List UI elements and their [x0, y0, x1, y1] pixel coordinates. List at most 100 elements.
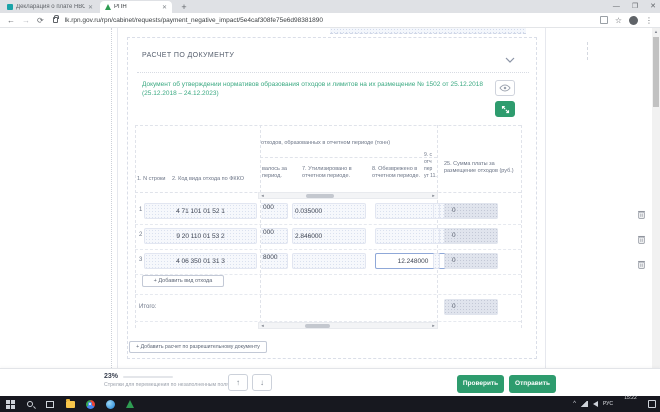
- taskbar-clock[interactable]: 15:22 03.03.2020: [618, 386, 643, 412]
- waste-code-input[interactable]: [144, 228, 257, 244]
- section-divider: [137, 72, 529, 73]
- window-maximize-button[interactable]: ❐: [632, 0, 638, 13]
- tab-close-icon[interactable]: ✕: [88, 4, 93, 11]
- layout-guide-line: [111, 28, 112, 368]
- task-view-icon: [46, 401, 54, 408]
- col-header-7: 7. Утилизировано в отчетном периоде.: [302, 166, 364, 180]
- page-vscrollbar[interactable]: ▲: [652, 28, 660, 368]
- table-row: 1 000 0: [135, 199, 521, 224]
- col6-input-clipped[interactable]: 000: [261, 228, 288, 244]
- new-tab-button[interactable]: +: [178, 1, 190, 13]
- section-title: РАСЧЕТ ПО ДОКУМЕНТУ: [142, 52, 234, 59]
- notification-center-icon[interactable]: [648, 400, 656, 408]
- scroll-up-icon[interactable]: ▲: [652, 28, 660, 36]
- profile-avatar[interactable]: [629, 16, 638, 25]
- scroll-right-icon[interactable]: ►: [430, 322, 437, 329]
- folder-icon: [66, 401, 75, 408]
- reload-icon[interactable]: ⟳: [37, 13, 44, 28]
- col-header-code: 2. Код вида отхода по ФККО: [172, 176, 257, 183]
- navigation-hint: Стрелки для перемещения по незаполненным…: [104, 382, 230, 388]
- edge-button[interactable]: [100, 396, 120, 412]
- taskbar-tray: ^ РУС 15:22 03.03.2020: [573, 386, 660, 412]
- total-sum-disabled: 0: [444, 299, 498, 315]
- forward-icon[interactable]: →: [22, 13, 30, 28]
- col6-input-clipped[interactable]: 8000: [261, 253, 288, 269]
- row-number: 1: [139, 207, 142, 213]
- col9-input-clipped[interactable]: [433, 228, 440, 244]
- language-indicator[interactable]: РУС: [603, 401, 613, 407]
- completion-percent: 23%: [104, 373, 118, 380]
- col-header-6-clipped: валось за период.: [262, 166, 296, 180]
- delete-row-icon[interactable]: [638, 256, 645, 274]
- permit-document-link[interactable]: Документ об утверждении нормативов образ…: [142, 80, 487, 98]
- scroll-left-icon[interactable]: ◄: [259, 192, 266, 199]
- row-number: 3: [139, 257, 142, 263]
- bookmark-star-icon[interactable]: ☆: [615, 13, 622, 28]
- prev-empty-field-button[interactable]: ↑: [228, 374, 248, 391]
- url-field[interactable]: lk.rpn.gov.ru/rpn/cabinet/requests/payme…: [65, 17, 593, 24]
- col-header-sum: 25. Сумма платы за размещение отходов (р…: [444, 161, 518, 175]
- add-calculation-button[interactable]: + Добавить расчет по разрешительному док…: [129, 341, 267, 353]
- next-empty-field-button[interactable]: ↓: [252, 374, 272, 391]
- scroll-right-icon[interactable]: ►: [430, 192, 437, 199]
- col7-input[interactable]: [292, 228, 366, 244]
- col7-input[interactable]: [292, 253, 366, 269]
- edge-icon: [106, 400, 115, 409]
- add-waste-type-button[interactable]: + Добавить вид отхода: [142, 275, 224, 287]
- address-bar: ← → ⟳ lk.rpn.gov.ru/rpn/cabinet/requests…: [0, 13, 660, 28]
- col6-input-clipped[interactable]: 000: [261, 203, 288, 219]
- delete-row-icon[interactable]: [638, 206, 645, 224]
- sum-field-disabled: 0: [444, 203, 498, 219]
- search-icon: [27, 401, 33, 407]
- tab-declaration[interactable]: Декларация о плате НВОС за 2 ✕: [2, 1, 98, 13]
- browser-menu-icon[interactable]: ⋮: [645, 13, 653, 28]
- lock-icon[interactable]: [53, 17, 58, 23]
- waste-code-input[interactable]: [144, 253, 257, 269]
- back-icon[interactable]: ←: [7, 13, 15, 28]
- delete-row-icon[interactable]: [638, 231, 645, 249]
- tab-favicon-rpn-icon: [105, 4, 111, 10]
- col9-input-clipped[interactable]: [433, 203, 440, 219]
- window-close-button[interactable]: ✕: [650, 0, 656, 13]
- form-footer-bar: 23% Стрелки для перемещения по незаполне…: [0, 368, 660, 396]
- col9-input-clipped[interactable]: [433, 253, 440, 269]
- start-button[interactable]: [0, 396, 20, 412]
- refresh-document-button[interactable]: [495, 101, 515, 117]
- hscroll-thumb[interactable]: [306, 194, 334, 198]
- col7-input[interactable]: [292, 203, 366, 219]
- tab-close-icon[interactable]: ✕: [162, 4, 167, 11]
- hscroll-thumb[interactable]: [305, 324, 330, 328]
- table-hscrollbar-bottom[interactable]: ◄ ►: [258, 322, 438, 329]
- table-row: 2 000 0: [135, 224, 521, 249]
- speaker-icon[interactable]: [593, 401, 598, 407]
- table-hscrollbar-top[interactable]: ◄ ►: [258, 192, 438, 199]
- window-minimize-button[interactable]: —: [613, 0, 620, 13]
- vscroll-thumb[interactable]: [653, 37, 659, 107]
- taskbar-search-button[interactable]: [20, 396, 40, 412]
- col-header-row-num: 1. N строки: [137, 176, 169, 183]
- file-explorer-button[interactable]: [60, 396, 80, 412]
- table-row: 3 8000 0: [135, 249, 521, 274]
- waste-code-input[interactable]: [144, 203, 257, 219]
- page-viewport: РАСЧЕТ ПО ДОКУМЕНТУ Документ об утвержде…: [0, 28, 660, 368]
- eye-icon: [499, 84, 511, 92]
- rpn-app-button[interactable]: [120, 396, 140, 412]
- browser-tab-bar: Декларация о плате НВОС за 2 ✕ РПН ✕ + —…: [0, 0, 660, 13]
- collapse-chevron-icon[interactable]: [505, 51, 515, 69]
- check-button[interactable]: Проверить: [457, 375, 504, 393]
- tab-rpn[interactable]: РПН ✕: [100, 1, 172, 13]
- translate-icon[interactable]: [600, 16, 608, 24]
- expand-icon: [501, 105, 510, 114]
- view-document-button[interactable]: [495, 80, 515, 96]
- windows-taskbar: ^ РУС 15:22 03.03.2020: [0, 396, 660, 412]
- tab-title: РПН: [114, 4, 159, 10]
- col-header-9-clipped: 9. с отч пер ут 11.: [424, 152, 437, 192]
- send-button[interactable]: Отправить: [509, 375, 556, 393]
- task-view-button[interactable]: [40, 396, 60, 412]
- row-number: 2: [139, 232, 142, 238]
- scroll-left-icon[interactable]: ◄: [259, 322, 266, 329]
- tray-expand-icon[interactable]: ^: [573, 401, 576, 407]
- tree-icon: [126, 400, 134, 408]
- chrome-button[interactable]: [80, 396, 100, 412]
- network-icon[interactable]: [581, 401, 588, 407]
